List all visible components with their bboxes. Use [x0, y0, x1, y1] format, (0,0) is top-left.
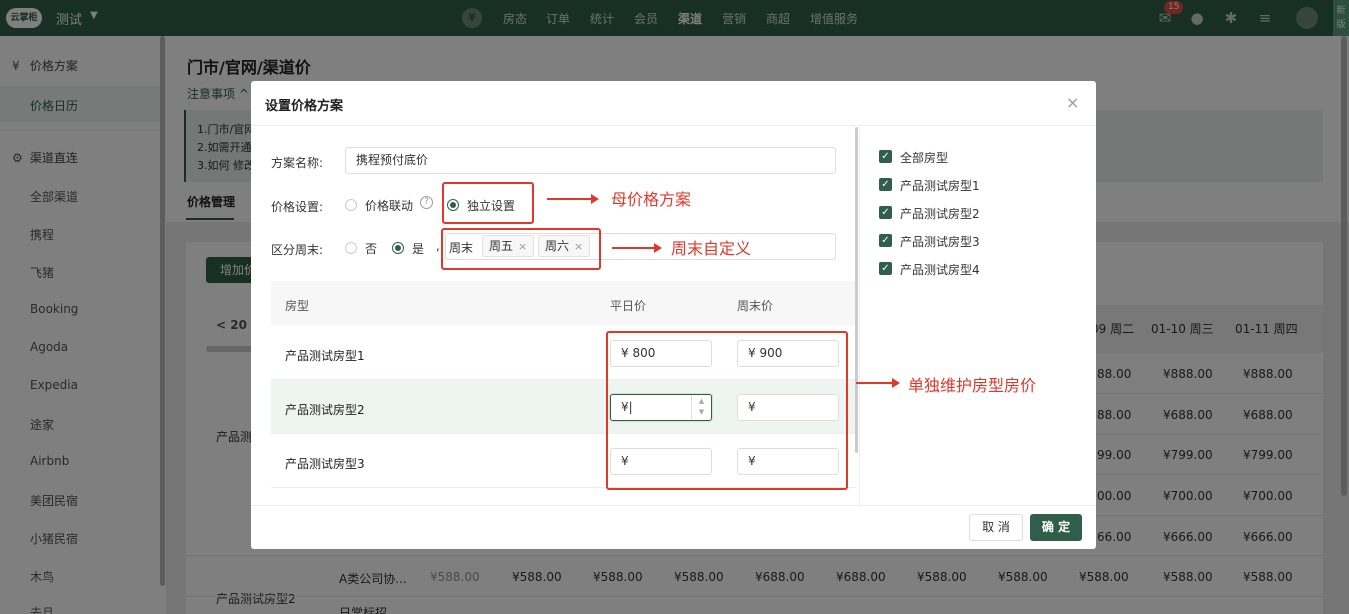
help-circle-icon[interactable]: ? [420, 196, 433, 209]
radio-label[interactable]: 是 [412, 240, 424, 257]
annotation-box [442, 182, 534, 224]
annotation-box [606, 331, 848, 490]
checkbox-checked-icon[interactable]: ✓ [879, 150, 892, 163]
room-name: 产品测试房型1 [285, 349, 365, 363]
modal-scrollbar[interactable] [855, 127, 858, 453]
divider [251, 505, 1096, 506]
annotation-arrow [547, 194, 599, 204]
checkbox-checked-icon[interactable]: ✓ [879, 262, 892, 275]
plan-name-label: 方案名称: [271, 156, 324, 170]
confirm-button[interactable]: 确 定 [1030, 514, 1082, 541]
checkbox-checked-icon[interactable]: ✓ [879, 178, 892, 191]
annotation-arrow [612, 243, 662, 253]
price-setting-label: 价格设置: [271, 200, 324, 214]
annotation-arrow [856, 378, 900, 388]
separator: , [436, 239, 440, 253]
radio-price-linked[interactable] [345, 199, 357, 211]
plan-name-input[interactable]: 携程预付底价 [345, 147, 836, 174]
close-icon[interactable]: × [1066, 93, 1079, 112]
radio-weekend-no[interactable] [345, 242, 357, 254]
cancel-button[interactable]: 取 消 [969, 514, 1023, 541]
modal-title: 设置价格方案 [265, 99, 344, 114]
radio-label[interactable]: 价格联动 [365, 197, 413, 214]
checkbox-checked-icon[interactable]: ✓ [879, 206, 892, 219]
radio-weekend-yes[interactable] [392, 242, 404, 254]
divider [251, 125, 1096, 126]
weekend-label: 区分周末: [271, 243, 324, 257]
checkbox-checked-icon[interactable]: ✓ [879, 234, 892, 247]
annotation-room-price: 单独维护房型房价 [908, 376, 1037, 395]
annotation-box [441, 228, 601, 270]
annotation-weekend-custom: 周末自定义 [671, 239, 752, 258]
column-header: 平日价 [610, 299, 647, 313]
divider [859, 126, 860, 505]
column-header: 房型 [285, 299, 310, 313]
room-name: 产品测试房型3 [285, 457, 365, 471]
column-header: 周末价 [737, 299, 774, 313]
radio-label[interactable]: 否 [365, 240, 377, 257]
room-name: 产品测试房型2 [285, 403, 365, 417]
annotation-parent-plan: 母价格方案 [611, 190, 692, 209]
